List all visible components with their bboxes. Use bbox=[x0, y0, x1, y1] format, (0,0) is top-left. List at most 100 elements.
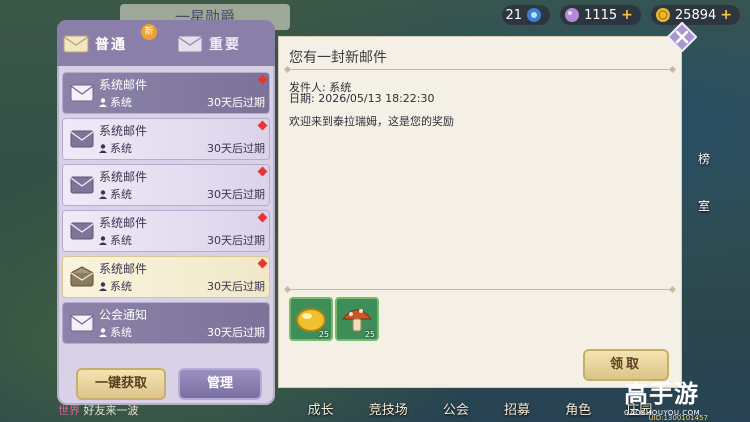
mail-expire: 30天后过期 bbox=[207, 280, 265, 293]
mail-open-envelope-icon bbox=[70, 266, 94, 287]
chat-bar[interactable]: 世界 好友来一波 bbox=[58, 402, 139, 418]
nav-arena[interactable]: 竞技场 bbox=[369, 399, 408, 422]
mail-expire: 30天后过期 bbox=[207, 326, 265, 339]
mail-date-line: 日期: 2026/05/13 18:22:30 bbox=[289, 92, 435, 105]
stamina-counter[interactable]: 21 bbox=[501, 5, 551, 25]
person-icon bbox=[99, 97, 107, 107]
player-uid: UID:1300101457 bbox=[648, 414, 708, 422]
list-item[interactable]: 系统邮件 系统 30天后过期 bbox=[62, 210, 270, 252]
mail-title: 系统邮件 bbox=[99, 78, 148, 92]
divider-ornament-icon bbox=[283, 285, 292, 294]
reward-count: 25 bbox=[364, 330, 375, 339]
mail-sender-name: 系统 bbox=[110, 96, 132, 109]
nav-guild[interactable]: 公会 bbox=[443, 399, 469, 422]
mail-envelope-icon bbox=[70, 84, 94, 102]
person-icon bbox=[99, 327, 107, 337]
person-icon bbox=[99, 281, 107, 291]
gold-coin-icon bbox=[655, 8, 670, 22]
mail-body: 欢迎来到泰拉瑞姆，这是您的奖励 bbox=[289, 115, 454, 128]
tab-normal-label: 普通 bbox=[95, 37, 127, 53]
manage-button[interactable]: 管理 bbox=[178, 368, 262, 400]
mail-title: 系统邮件 bbox=[99, 262, 148, 276]
list-item[interactable]: 公会通知 系统 30天后过期 bbox=[62, 302, 270, 344]
mail-envelope-icon bbox=[70, 314, 94, 332]
mail-envelope-icon bbox=[70, 130, 94, 148]
mail-envelope-icon bbox=[70, 222, 94, 240]
mail-sender-name: 系统 bbox=[110, 188, 132, 201]
mail-sender: 系统 bbox=[99, 94, 132, 110]
mail-list-panel: 普通 新 重要 系统邮件 系统 30天后过期 系统邮件 系统 30天后过期 系统… bbox=[57, 20, 275, 405]
mail-sender-name: 系统 bbox=[110, 280, 132, 293]
room-side-label[interactable]: 室 bbox=[698, 197, 710, 214]
mail-envelope-icon bbox=[70, 176, 94, 194]
person-icon bbox=[99, 143, 107, 153]
mail-expire: 30天后过期 bbox=[207, 142, 265, 155]
gold-value: 25894 bbox=[674, 7, 717, 23]
claim-all-button[interactable]: 一键获取 bbox=[76, 368, 166, 400]
nav-character[interactable]: 角色 bbox=[565, 399, 591, 422]
nav-growth[interactable]: 成长 bbox=[308, 399, 334, 422]
unread-dot-icon bbox=[257, 74, 268, 85]
mail-title: 系统邮件 bbox=[99, 170, 148, 184]
divider bbox=[283, 285, 677, 294]
list-item[interactable]: 系统邮件 系统 30天后过期 bbox=[62, 118, 270, 160]
divider-ornament-icon bbox=[283, 65, 292, 74]
list-item-selected[interactable]: 系统邮件 系统 30天后过期 bbox=[62, 256, 270, 298]
mail-tabs: 普通 新 重要 bbox=[57, 20, 275, 66]
stamina-value: 21 bbox=[505, 7, 523, 23]
reward-slot[interactable]: 25 bbox=[335, 297, 379, 341]
close-icon[interactable] bbox=[667, 22, 697, 52]
gem-counter[interactable]: 1115 + bbox=[560, 5, 641, 25]
tab-normal[interactable]: 普通 新 bbox=[63, 24, 163, 62]
list-item[interactable]: 系统邮件 系统 30天后过期 bbox=[62, 72, 270, 114]
unread-dot-icon bbox=[257, 120, 268, 131]
tab-important[interactable]: 重要 bbox=[177, 26, 269, 62]
mail-actions: 一键获取 管理 bbox=[62, 360, 270, 402]
chat-channel: 世界 bbox=[58, 404, 80, 417]
mail-sender: 系统 bbox=[99, 324, 132, 340]
mail-title: 系统邮件 bbox=[99, 124, 148, 138]
mail-sender: 系统 bbox=[99, 232, 132, 248]
reward-count: 25 bbox=[318, 330, 329, 339]
mail-sender-name: 系统 bbox=[110, 326, 132, 339]
divider bbox=[283, 65, 677, 74]
nav-recruit[interactable]: 招募 bbox=[504, 399, 530, 422]
mail-detail-heading: 您有一封新邮件 bbox=[289, 50, 387, 66]
mail-list[interactable]: 系统邮件 系统 30天后过期 系统邮件 系统 30天后过期 系统邮件 系统 30… bbox=[62, 72, 270, 356]
mail-sender-name: 系统 bbox=[110, 142, 132, 155]
envelope-icon bbox=[63, 35, 89, 53]
chat-message: 好友来一波 bbox=[83, 404, 139, 417]
unread-dot-icon bbox=[257, 166, 268, 177]
bottom-nav: 成长 竞技场 公会 招募 角色 庄园 bbox=[290, 392, 670, 422]
unread-dot-icon bbox=[257, 212, 268, 223]
list-item[interactable]: 系统邮件 系统 30天后过期 bbox=[62, 164, 270, 206]
person-icon bbox=[99, 189, 107, 199]
mail-title: 公会通知 bbox=[99, 308, 148, 322]
reward-slot[interactable]: 25 bbox=[289, 297, 333, 341]
mail-sender: 系统 bbox=[99, 140, 132, 156]
mail-sender: 系统 bbox=[99, 186, 132, 202]
mail-sender-name: 系统 bbox=[110, 234, 132, 247]
side-menu: 榜 室 bbox=[698, 150, 710, 214]
gold-plus-icon[interactable]: + bbox=[720, 7, 732, 23]
mail-expire: 30天后过期 bbox=[207, 234, 265, 247]
envelope-important-icon bbox=[177, 35, 203, 53]
mail-sender: 系统 bbox=[99, 278, 132, 294]
mail-detail-panel: 您有一封新邮件 发件人: 系统 日期: 2026/05/13 18:22:30 … bbox=[278, 36, 682, 388]
person-icon bbox=[99, 235, 107, 245]
divider-ornament-icon bbox=[668, 65, 677, 74]
unread-dot-icon bbox=[257, 258, 268, 269]
watermark: 高手游 GAOSHOUYOU.COM bbox=[624, 374, 744, 417]
mail-expire: 30天后过期 bbox=[207, 96, 265, 109]
mail-expire: 30天后过期 bbox=[207, 188, 265, 201]
new-badge: 新 bbox=[141, 24, 157, 40]
gem-icon bbox=[565, 8, 580, 22]
mail-title: 系统邮件 bbox=[99, 216, 148, 230]
rank-side-label[interactable]: 榜 bbox=[698, 150, 710, 167]
tab-important-label: 重要 bbox=[209, 37, 241, 53]
gem-plus-icon[interactable]: + bbox=[621, 7, 633, 23]
divider-ornament-icon bbox=[668, 285, 677, 294]
top-hud: 21 1115 + 25894 + bbox=[501, 4, 740, 26]
gem-value: 1115 bbox=[584, 7, 618, 23]
watermark-brand: 高手游 bbox=[624, 380, 699, 408]
